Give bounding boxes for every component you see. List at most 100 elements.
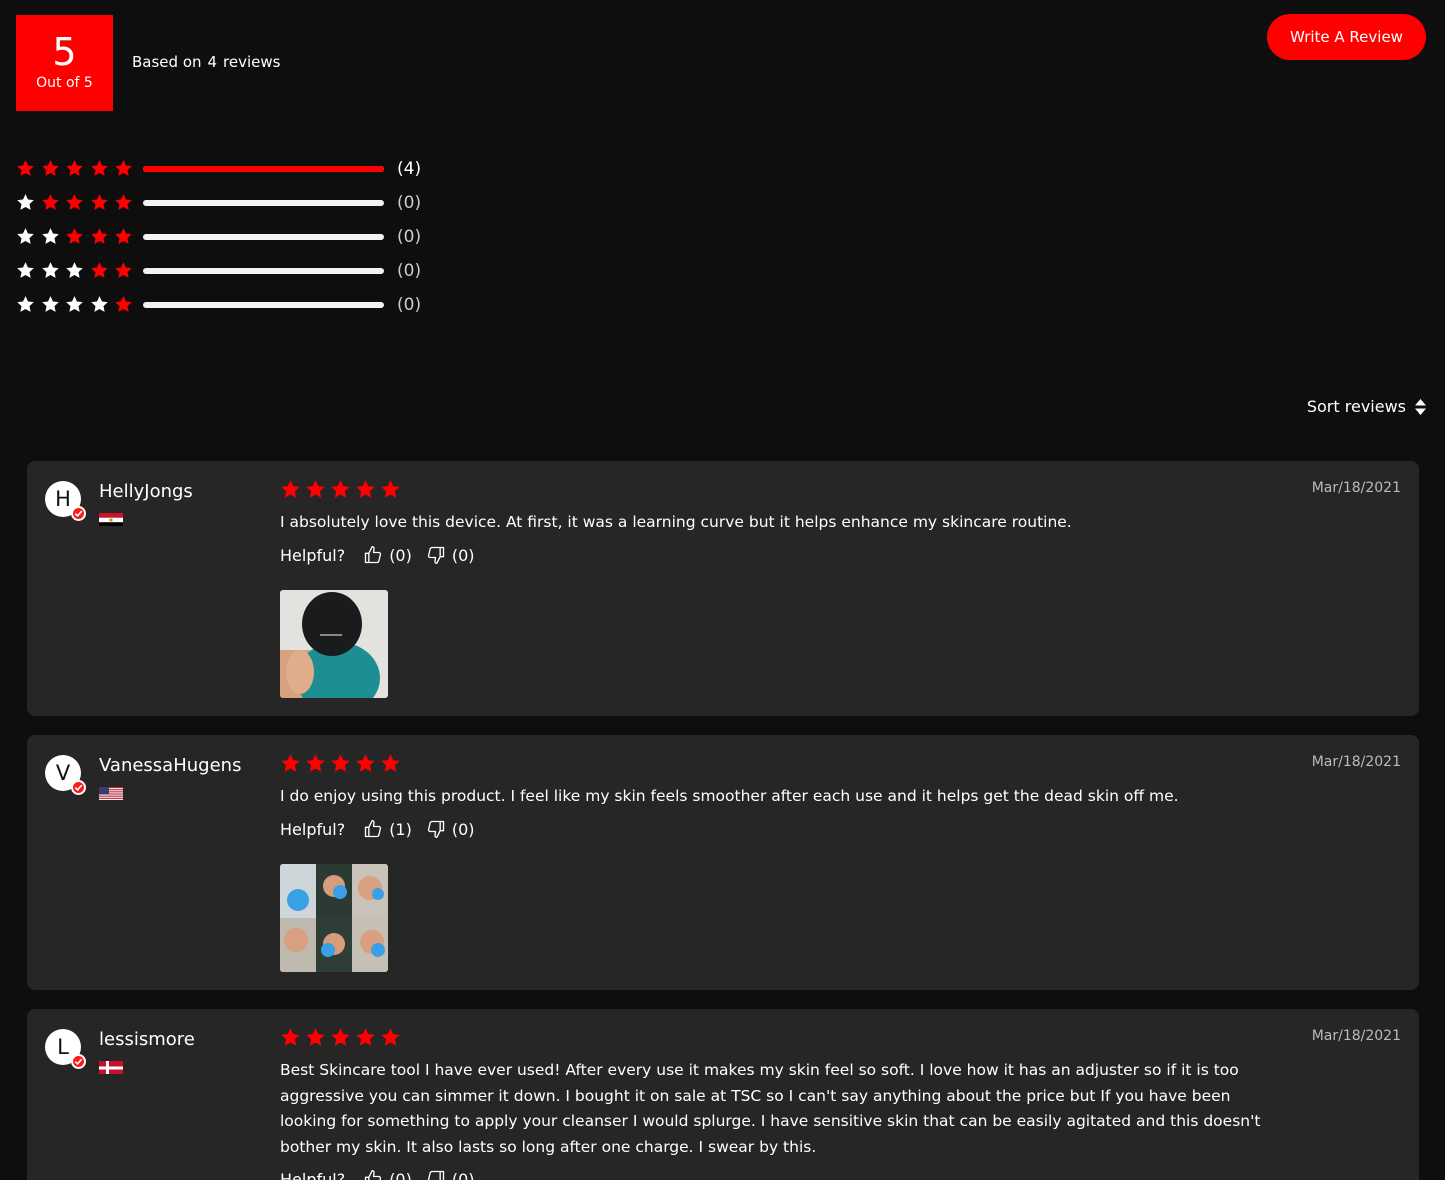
distribution-stars <box>16 193 143 213</box>
star-icon <box>305 753 330 775</box>
review-card: H HellyJongs Mar/18/2021 I absolutely lo… <box>27 461 1419 716</box>
score-scale: Out of 5 <box>36 75 93 91</box>
star-icon <box>280 753 305 775</box>
distribution-bar-fill <box>143 166 384 172</box>
review-text: I absolutely love this device. At first,… <box>280 513 1072 531</box>
distribution-row-4[interactable]: (0) <box>16 186 421 220</box>
distribution-bar <box>143 302 384 308</box>
thumbs-up-count: (0) <box>389 545 412 565</box>
distribution-bar <box>143 200 384 206</box>
distribution-count: (0) <box>397 261 422 281</box>
distribution-count: (4) <box>397 159 422 179</box>
helpful-votes: Helpful? (0) (0) <box>280 1169 489 1180</box>
review-rating-stars <box>280 1027 405 1049</box>
star-icon <box>330 753 355 775</box>
star-icon <box>114 295 139 315</box>
usa-flag-icon <box>99 786 123 800</box>
verified-badge-icon <box>71 1054 86 1069</box>
denmark-flag-icon <box>99 1060 123 1074</box>
star-icon <box>41 227 66 247</box>
star-icon <box>330 1027 355 1049</box>
thumbs-down-icon <box>427 546 445 564</box>
review-author: HellyJongs <box>99 481 193 502</box>
distribution-row-3[interactable]: (0) <box>16 220 421 254</box>
thumbs-up-icon <box>365 1170 382 1180</box>
distribution-bar <box>143 234 384 240</box>
thumbs-down-button[interactable]: (0) <box>426 1169 475 1180</box>
avatar: H <box>45 481 86 521</box>
star-icon <box>305 1027 330 1049</box>
star-icon <box>16 295 41 315</box>
review-card: L lessismore Mar/18/2021 Best Skincare t… <box>27 1009 1419 1180</box>
thumbs-up-button[interactable]: (0) <box>363 545 412 565</box>
helpful-votes: Helpful? (1) (0) <box>280 819 489 839</box>
thumbs-down-count: (0) <box>451 1169 475 1180</box>
review-date: Mar/18/2021 <box>1311 754 1401 770</box>
thumbs-up-count: (0) <box>389 1169 412 1180</box>
distribution-bar <box>143 268 384 274</box>
review-date: Mar/18/2021 <box>1311 480 1401 496</box>
distribution-count: (0) <box>397 295 422 315</box>
thumbs-down-count: (0) <box>451 545 475 565</box>
star-icon <box>41 193 66 213</box>
distribution-row-2[interactable]: (0) <box>16 254 421 288</box>
review-rating-stars <box>280 753 405 775</box>
thumbs-up-button[interactable]: (0) <box>363 1169 412 1180</box>
thumbs-down-button[interactable]: (0) <box>426 545 475 565</box>
star-icon <box>41 159 66 179</box>
distribution-stars <box>16 227 143 247</box>
star-icon <box>330 479 355 501</box>
sort-arrows-icon <box>1415 398 1426 415</box>
avatar: V <box>45 755 86 795</box>
review-text: Best Skincare tool I have ever used! Aft… <box>280 1061 1261 1156</box>
star-icon <box>114 159 139 179</box>
review-text: I do enjoy using this product. I feel li… <box>280 787 1179 805</box>
distribution-row-1[interactable]: (0) <box>16 288 421 322</box>
star-icon <box>65 295 90 315</box>
rating-distribution: (4) (0) (0) (0) (0) <box>16 152 421 322</box>
review-photo[interactable] <box>280 864 388 972</box>
write-review-button[interactable]: Write A Review <box>1267 14 1426 60</box>
sort-reviews-label: Sort reviews <box>1306 397 1406 416</box>
avatar: L <box>45 1029 86 1069</box>
star-icon <box>90 227 115 247</box>
thumbs-up-button[interactable]: (1) <box>363 819 412 839</box>
star-icon <box>114 261 139 281</box>
thumbs-down-button[interactable]: (0) <box>426 819 475 839</box>
star-icon <box>355 479 380 501</box>
star-icon <box>280 479 305 501</box>
star-icon <box>16 227 41 247</box>
verified-badge-icon <box>71 780 86 795</box>
sort-reviews-dropdown[interactable]: Sort reviews <box>1307 397 1426 416</box>
distribution-count: (0) <box>397 193 422 213</box>
review-photo[interactable] <box>280 590 388 698</box>
thumbs-down-count: (0) <box>451 819 475 839</box>
star-icon <box>305 479 330 501</box>
distribution-row-5[interactable]: (4) <box>16 152 421 186</box>
helpful-votes: Helpful? (0) (0) <box>280 545 489 565</box>
star-icon <box>65 159 90 179</box>
distribution-count: (0) <box>397 227 422 247</box>
star-icon <box>16 261 41 281</box>
star-icon <box>16 193 41 213</box>
star-icon <box>65 261 90 281</box>
star-icon <box>90 159 115 179</box>
distribution-stars <box>16 159 143 179</box>
star-icon <box>41 261 66 281</box>
thumbs-up-icon <box>365 820 382 838</box>
average-score: 5 <box>52 30 77 74</box>
helpful-label: Helpful? <box>280 1169 346 1180</box>
distribution-bar <box>143 166 384 172</box>
star-icon <box>280 1027 305 1049</box>
review-date: Mar/18/2021 <box>1311 1028 1401 1044</box>
distribution-stars <box>16 295 143 315</box>
review-author: VanessaHugens <box>99 755 242 776</box>
review-count-text: Based on 4 reviews <box>132 53 281 71</box>
star-icon <box>65 227 90 247</box>
distribution-stars <box>16 261 143 281</box>
thumbs-down-icon <box>427 1170 445 1180</box>
egypt-flag-icon <box>99 512 123 526</box>
star-icon <box>90 295 115 315</box>
star-icon <box>90 261 115 281</box>
star-icon <box>380 1027 405 1049</box>
